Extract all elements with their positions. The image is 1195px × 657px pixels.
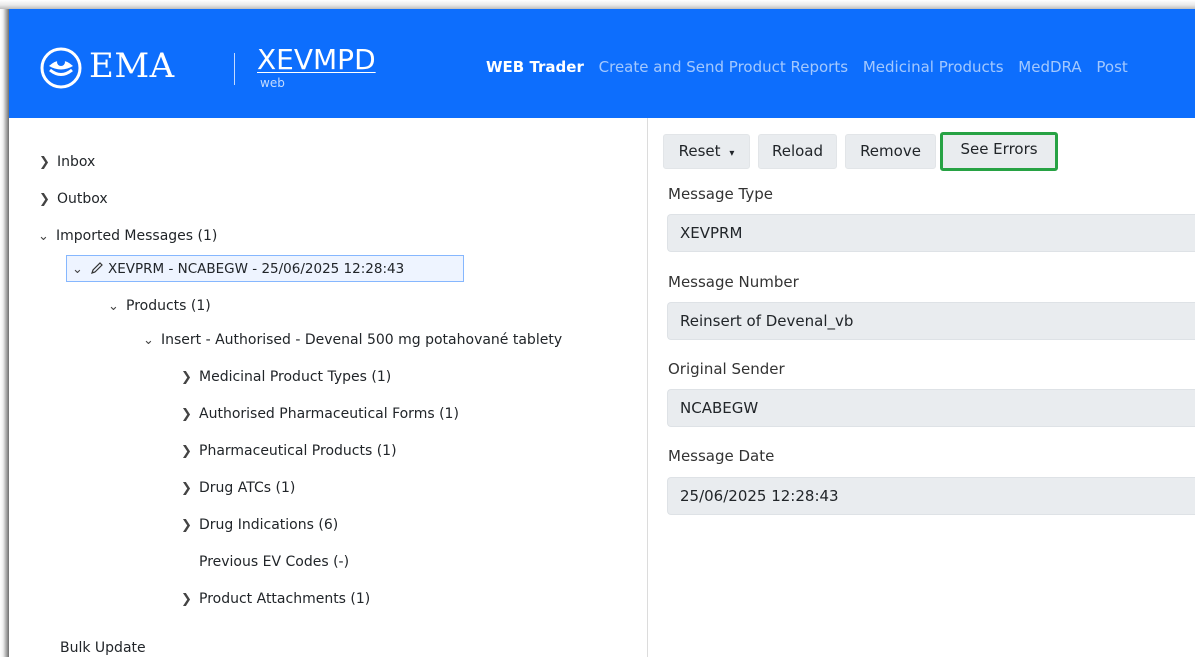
nav-create-send-reports[interactable]: Create and Send Product Reports <box>599 58 848 76</box>
chevron-down-icon[interactable]: ⌄ <box>38 227 56 247</box>
tree-item-label: Outbox <box>57 191 108 207</box>
message-type-label: Message Type <box>668 185 773 203</box>
tree-item-product[interactable]: ⌄ Insert - Authorised - Devenal 500 mg po… <box>143 330 562 351</box>
bulk-update-link[interactable]: Bulk Update <box>60 638 146 657</box>
chevron-down-icon[interactable]: ⌄ <box>143 331 161 351</box>
tree-item-medicinal-product-types[interactable]: ❯ Medicinal Product Types (1) <box>181 367 391 388</box>
tree-item-drug-atcs[interactable]: ❯ Drug ATCs (1) <box>181 478 295 499</box>
original-sender-label: Original Sender <box>668 360 785 378</box>
tree-item-label: Imported Messages (1) <box>56 228 218 244</box>
window-frame-left <box>0 0 9 657</box>
chevron-right-icon[interactable]: ❯ <box>181 479 199 499</box>
tree-item-label: Bulk Update <box>60 640 146 656</box>
chevron-down-icon[interactable]: ⌄ <box>72 260 90 280</box>
chevron-right-icon[interactable]: ❯ <box>181 405 199 425</box>
nav-meddra[interactable]: MedDRA <box>1018 58 1081 76</box>
tree-item-pharmaceutical-forms[interactable]: ❯ Authorised Pharmaceutical Forms (1) <box>181 404 459 425</box>
tree-item-label: Authorised Pharmaceutical Forms (1) <box>199 406 459 422</box>
tree-item-label: Products (1) <box>126 298 211 314</box>
caret-down-icon: ▾ <box>729 148 735 159</box>
chevron-right-icon[interactable]: ❯ <box>181 516 199 536</box>
nav-medicinal-products[interactable]: Medicinal Products <box>863 58 1004 76</box>
message-date-label: Message Date <box>668 447 775 465</box>
tree-item-products[interactable]: ⌄ Products (1) <box>108 296 211 317</box>
pencil-icon <box>90 259 108 279</box>
ema-logo-icon[interactable] <box>40 47 82 89</box>
app-window: EMA XEVMPD web WEB Trader Create and Sen… <box>9 9 1195 657</box>
see-errors-button[interactable]: See Errors <box>940 132 1058 171</box>
chevron-right-icon[interactable]: ❯ <box>181 590 199 610</box>
tree-item-label: Previous EV Codes (-) <box>199 554 350 570</box>
chevron-right-icon[interactable]: ❯ <box>39 153 57 173</box>
tree-item-label: Drug Indications (6) <box>199 517 339 533</box>
chevron-down-icon[interactable]: ⌄ <box>108 297 126 317</box>
tree-item-label: Product Attachments (1) <box>199 591 371 607</box>
message-type-field[interactable]: XEVPRM <box>667 214 1195 252</box>
tree-item-imported-messages[interactable]: ⌄ Imported Messages (1) <box>38 226 217 247</box>
main-nav: WEB Trader Create and Send Product Repor… <box>486 58 1138 76</box>
window-frame-top <box>0 0 1195 9</box>
logo-text[interactable]: EMA <box>89 46 175 86</box>
chevron-right-icon[interactable]: ❯ <box>39 190 57 210</box>
message-number-label: Message Number <box>668 273 799 291</box>
reload-button[interactable]: Reload <box>758 134 837 169</box>
tree-item-previous-ev-codes[interactable]: Previous EV Codes (-) <box>199 552 349 572</box>
tree-item-inbox[interactable]: ❯ Inbox <box>39 152 95 173</box>
reset-dropdown-button[interactable]: Reset ▾ <box>663 134 750 169</box>
tree-item-label: Medicinal Product Types (1) <box>199 369 392 385</box>
message-number-field[interactable]: Reinsert of Devenal_vb <box>667 302 1195 340</box>
tree-item-message[interactable]: ⌄ XEVPRM - NCABEGW - 25/06/2025 12:28:43 <box>72 259 404 280</box>
tree-item-label: Drug ATCs (1) <box>199 480 296 496</box>
original-sender-field[interactable]: NCABEGW <box>667 389 1195 427</box>
nav-post[interactable]: Post <box>1096 58 1127 76</box>
message-tree: ❯ Inbox ❯ Outbox ⌄ Imported Messages (1) ⌄ … <box>9 118 648 657</box>
tree-item-label: Pharmaceutical Products (1) <box>199 443 397 459</box>
tree-item-pharmaceutical-products[interactable]: ❯ Pharmaceutical Products (1) <box>181 441 397 462</box>
remove-button[interactable]: Remove <box>845 134 936 169</box>
chevron-right-icon[interactable]: ❯ <box>181 368 199 388</box>
top-navbar: EMA XEVMPD web WEB Trader Create and Sen… <box>9 9 1195 118</box>
chevron-right-icon[interactable]: ❯ <box>181 442 199 462</box>
tree-item-label: Insert - Authorised - Devenal 500 mg pot… <box>161 332 563 348</box>
tree-item-outbox[interactable]: ❯ Outbox <box>39 189 108 210</box>
logo-divider <box>234 53 235 85</box>
tree-item-label: Inbox <box>57 154 96 170</box>
message-date-field[interactable]: 25/06/2025 12:28:43 <box>667 477 1195 515</box>
tree-item-drug-indications[interactable]: ❯ Drug Indications (6) <box>181 515 338 536</box>
nav-web-trader[interactable]: WEB Trader <box>486 58 584 76</box>
tree-item-label: XEVPRM - NCABEGW - 25/06/2025 12:28:43 <box>108 261 405 277</box>
reset-button-label: Reset <box>678 142 721 160</box>
product-subtitle: web <box>260 76 285 90</box>
tree-item-product-attachments[interactable]: ❯ Product Attachments (1) <box>181 589 370 610</box>
product-name[interactable]: XEVMPD <box>257 43 376 76</box>
